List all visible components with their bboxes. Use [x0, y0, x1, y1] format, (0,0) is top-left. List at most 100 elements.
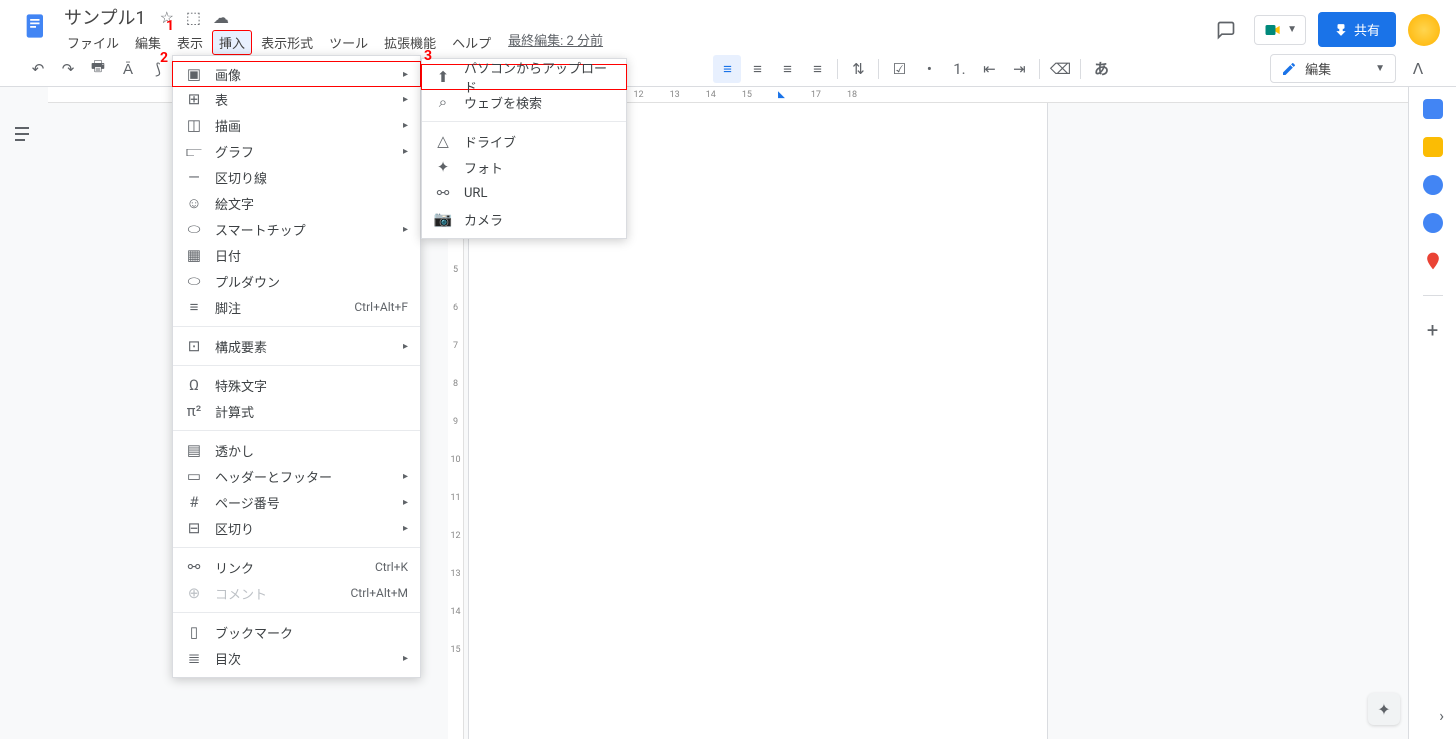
- insert-header-footer-item[interactable]: ▭ヘッダーとフッター▸: [173, 463, 420, 489]
- menu-view[interactable]: 表示: [170, 30, 210, 55]
- drive-item[interactable]: △ドライブ: [422, 128, 626, 154]
- clear-format-button[interactable]: ⌫: [1046, 55, 1074, 83]
- insert-comment-item: ⊕コメントCtrl+Alt+M: [173, 580, 420, 606]
- search-web-item[interactable]: ⌕ウェブを検索: [422, 89, 626, 115]
- insert-emoji-item[interactable]: ☺絵文字: [173, 190, 420, 216]
- align-right-button[interactable]: ≡: [773, 55, 801, 83]
- bookmark-icon: ▯: [185, 623, 203, 641]
- add-addon-icon[interactable]: +: [1423, 320, 1443, 340]
- annotation-1: 1: [166, 18, 174, 34]
- collapse-toolbar-button[interactable]: ᐱ: [1404, 55, 1432, 83]
- link-icon: ⚯: [185, 558, 203, 576]
- insert-watermark-item[interactable]: ▤透かし: [173, 437, 420, 463]
- align-left-button[interactable]: ≡: [713, 55, 741, 83]
- menu-insert[interactable]: 挿入: [212, 30, 252, 55]
- side-panel-collapse[interactable]: ›: [1439, 706, 1444, 725]
- url-item[interactable]: ⚯URL: [422, 180, 626, 206]
- move-icon[interactable]: ⬚: [186, 8, 201, 27]
- indent-decrease-button[interactable]: ⇤: [975, 55, 1003, 83]
- title-area: サンプル1 ☆ ⬚ ☁ ファイル 編集 表示 挿入 表示形式 ツール 拡張機能 …: [60, 6, 1210, 55]
- building-blocks-icon: ⊡: [185, 337, 203, 355]
- document-title[interactable]: サンプル1: [60, 2, 150, 32]
- equation-icon: π²: [185, 402, 203, 420]
- meet-button[interactable]: ▼: [1254, 15, 1306, 45]
- watermark-icon: ▤: [185, 441, 203, 459]
- special-icon: Ω: [185, 376, 203, 394]
- camera-item[interactable]: 📷カメラ: [422, 206, 626, 232]
- redo-button[interactable]: ↷: [54, 55, 82, 83]
- maps-icon[interactable]: [1423, 251, 1443, 271]
- insert-building-blocks-item[interactable]: ⊡構成要素▸: [173, 333, 420, 359]
- menu-format[interactable]: 表示形式: [254, 30, 320, 55]
- footnote-icon: ≡: [185, 298, 203, 316]
- app-header: サンプル1 ☆ ⬚ ☁ ファイル 編集 表示 挿入 表示形式 ツール 拡張機能 …: [0, 0, 1456, 51]
- hr-icon: —: [185, 168, 203, 186]
- insert-chart-item[interactable]: ⫍グラフ▸: [173, 138, 420, 164]
- calendar-icon[interactable]: [1423, 99, 1443, 119]
- cloud-icon[interactable]: ☁: [213, 8, 229, 27]
- insert-image-item[interactable]: ▣画像▸: [172, 61, 421, 87]
- insert-table-item[interactable]: ⊞表▸: [173, 86, 420, 112]
- align-justify-button[interactable]: ≡: [803, 55, 831, 83]
- undo-button[interactable]: ↶: [24, 55, 52, 83]
- checklist-button[interactable]: ☑: [885, 55, 913, 83]
- insert-equation-item[interactable]: π²計算式: [173, 398, 420, 424]
- photos-item[interactable]: ✦フォト: [422, 154, 626, 180]
- insert-link-item[interactable]: ⚯リンクCtrl+K: [173, 554, 420, 580]
- drive-icon: △: [434, 132, 452, 150]
- print-button[interactable]: 🖶: [84, 55, 112, 83]
- spellcheck-button[interactable]: Ᾱ: [114, 55, 142, 83]
- date-icon: ▦: [185, 246, 203, 264]
- indent-increase-button[interactable]: ⇥: [1005, 55, 1033, 83]
- insert-pulldown-item[interactable]: ⬭プルダウン: [173, 268, 420, 294]
- align-center-button[interactable]: ≡: [743, 55, 771, 83]
- insert-dropdown: ▣画像▸ ⊞表▸ ◫描画▸ ⫍グラフ▸ —区切り線 ☺絵文字 ⬭スマートチップ▸…: [172, 55, 421, 678]
- tasks-icon[interactable]: [1423, 175, 1443, 195]
- docs-logo-icon[interactable]: [16, 6, 56, 46]
- comment-history-icon[interactable]: [1210, 14, 1242, 46]
- contacts-icon[interactable]: [1423, 213, 1443, 233]
- menu-file[interactable]: ファイル: [60, 30, 126, 55]
- upload-icon: ⬆: [434, 68, 452, 86]
- line-spacing-button[interactable]: ⇅: [844, 55, 872, 83]
- insert-bookmark-item[interactable]: ▯ブックマーク: [173, 619, 420, 645]
- menu-extensions[interactable]: 拡張機能: [377, 30, 443, 55]
- user-avatar[interactable]: [1408, 14, 1440, 46]
- insert-drawing-item[interactable]: ◫描画▸: [173, 112, 420, 138]
- camera-icon: 📷: [434, 210, 452, 228]
- left-margin: [0, 87, 48, 739]
- chart-icon: ⫍: [185, 142, 203, 160]
- photos-icon: ✦: [434, 158, 452, 176]
- pulldown-icon: ⬭: [185, 272, 203, 290]
- page-numbers-icon: #: [185, 493, 203, 511]
- ime-button[interactable]: あ: [1087, 55, 1115, 83]
- insert-smartchip-item[interactable]: ⬭スマートチップ▸: [173, 216, 420, 242]
- side-panel: +: [1408, 87, 1456, 739]
- drawing-icon: ◫: [185, 116, 203, 134]
- bullet-list-button[interactable]: •: [915, 55, 943, 83]
- outline-toggle-icon[interactable]: [12, 122, 36, 146]
- break-icon: ⊟: [185, 519, 203, 537]
- annotation-3: 3: [424, 48, 432, 64]
- editing-mode-button[interactable]: 編集▼: [1270, 54, 1396, 83]
- annotation-2: 2: [160, 50, 168, 66]
- insert-footnote-item[interactable]: ≡脚注Ctrl+Alt+F: [173, 294, 420, 320]
- insert-toc-item[interactable]: ≣目次▸: [173, 645, 420, 671]
- image-icon: ▣: [185, 65, 203, 83]
- explore-button[interactable]: ✦: [1368, 693, 1400, 725]
- insert-page-numbers-item[interactable]: #ページ番号▸: [173, 489, 420, 515]
- numbered-list-button[interactable]: 1.: [945, 55, 973, 83]
- upload-from-computer-item[interactable]: ⬆パソコンからアップロード: [421, 64, 627, 90]
- menu-tools[interactable]: ツール: [322, 30, 375, 55]
- header-footer-icon: ▭: [185, 467, 203, 485]
- keep-icon[interactable]: [1423, 137, 1443, 157]
- insert-break-item[interactable]: ⊟区切り▸: [173, 515, 420, 541]
- insert-special-item[interactable]: Ω特殊文字: [173, 372, 420, 398]
- menu-help[interactable]: ヘルプ: [445, 30, 498, 55]
- menubar: ファイル 編集 表示 挿入 表示形式 ツール 拡張機能 ヘルプ 最終編集: 2 …: [60, 30, 1210, 55]
- insert-hr-item[interactable]: —区切り線: [173, 164, 420, 190]
- share-button[interactable]: 共有: [1318, 12, 1396, 47]
- insert-date-item[interactable]: ▦日付: [173, 242, 420, 268]
- last-edit-link[interactable]: 最終編集: 2 分前: [508, 30, 603, 55]
- table-icon: ⊞: [185, 90, 203, 108]
